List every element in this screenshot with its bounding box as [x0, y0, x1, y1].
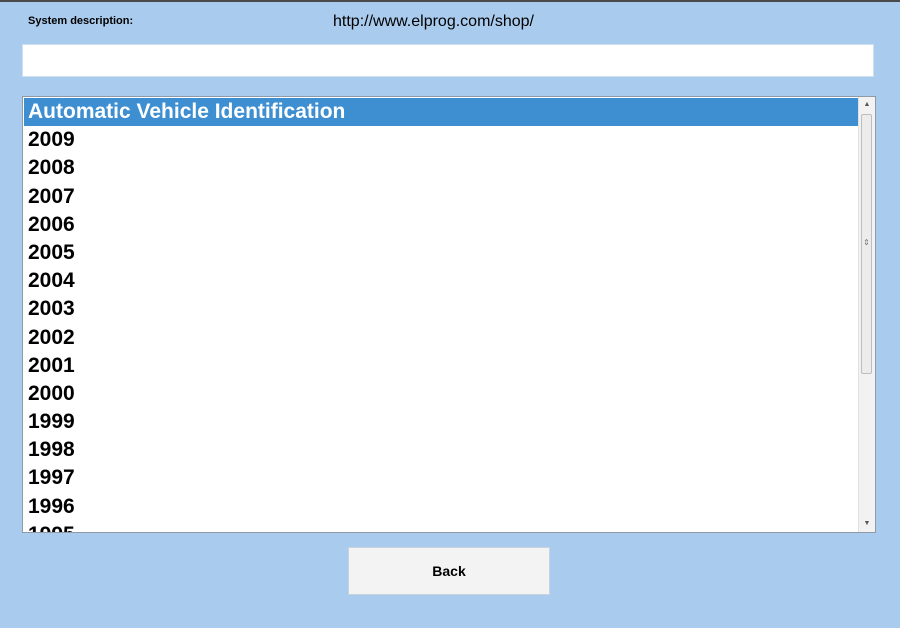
list-item[interactable]: 2003 [24, 295, 858, 323]
list-item[interactable]: 1998 [24, 436, 858, 464]
triangle-up-icon: ▲ [863, 101, 871, 108]
list-item[interactable]: 2005 [24, 239, 858, 267]
scroll-down-button[interactable]: ▼ [859, 516, 875, 532]
selection-list: Automatic Vehicle Identification 2009 20… [24, 98, 858, 532]
list-item[interactable]: 2009 [24, 126, 858, 154]
scrollbar-thumb[interactable]: ⇕ [861, 114, 872, 374]
vertical-scrollbar[interactable]: ▲ ⇕ ▼ [858, 97, 875, 532]
selection-listbox[interactable]: Automatic Vehicle Identification 2009 20… [22, 96, 876, 533]
list-item[interactable]: 1999 [24, 408, 858, 436]
list-item[interactable]: 1995 [24, 521, 858, 532]
system-description-field[interactable] [22, 44, 874, 77]
list-item[interactable]: 2004 [24, 267, 858, 295]
system-description-label: System description: [28, 15, 134, 27]
list-item[interactable]: 2000 [24, 380, 858, 408]
list-item[interactable]: 2006 [24, 211, 858, 239]
list-item[interactable]: 2007 [24, 183, 858, 211]
list-item[interactable]: 1996 [24, 493, 858, 521]
list-item[interactable]: 2001 [24, 352, 858, 380]
list-item[interactable]: 2002 [24, 324, 858, 352]
back-button[interactable]: Back [348, 547, 550, 595]
list-item[interactable]: 2008 [24, 154, 858, 182]
list-item[interactable]: 1997 [24, 464, 858, 492]
scroll-up-button[interactable]: ▲ [859, 97, 875, 113]
grip-icon: ⇕ [863, 238, 870, 247]
list-item[interactable]: Automatic Vehicle Identification [24, 98, 858, 127]
triangle-down-icon: ▼ [863, 520, 871, 527]
shop-url-text: http://www.elprog.com/shop/ [333, 13, 534, 30]
